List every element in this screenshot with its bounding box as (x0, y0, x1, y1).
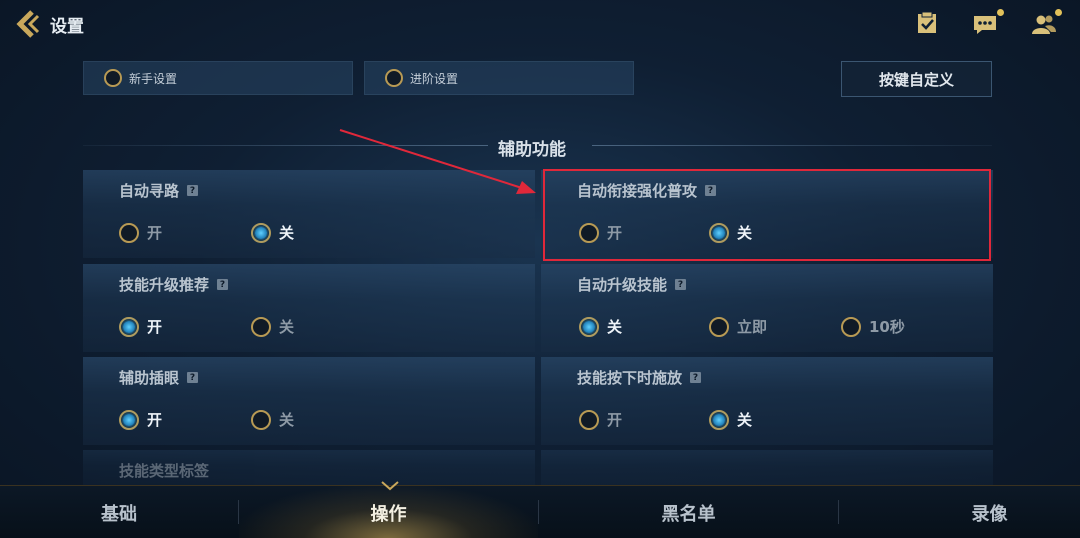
chevron-down-icon (381, 481, 399, 491)
chat-bubble-icon (974, 16, 996, 34)
setting-title: 技能类型标签 (119, 462, 210, 480)
mode-tab-label: 进阶设置 (410, 71, 459, 86)
bottom-nav: 基础 操作 黑名单 录像 (0, 485, 1080, 538)
option-label: 立即 (737, 318, 768, 336)
task-checklist-icon (918, 11, 936, 33)
option-off[interactable]: 关 (709, 409, 752, 430)
setting-title: 自动寻路 (119, 182, 180, 200)
friends-icon (1032, 15, 1056, 34)
mode-tab-beginner[interactable]: 新手设置 (83, 61, 353, 95)
setting-card-assist-ward: 辅助插眼 ? 开 关 (83, 357, 535, 445)
help-icon[interactable]: ? (675, 279, 687, 290)
page-title: 设置 (50, 17, 84, 37)
option-label: 开 (147, 411, 163, 429)
option-off[interactable]: 关 (579, 316, 622, 337)
nav-tab-basic[interactable]: 基础 (0, 486, 238, 538)
radio-button (709, 316, 729, 337)
setting-card-empty (541, 450, 993, 490)
option-label: 开 (147, 318, 163, 336)
option-label: 关 (737, 411, 753, 429)
custom-keys-button[interactable]: 按键自定义 (841, 61, 992, 97)
option-on[interactable]: 开 (119, 409, 162, 430)
mode-tab-advanced[interactable]: 进阶设置 (364, 61, 634, 95)
radio-button (251, 316, 271, 337)
option-on[interactable]: 开 (119, 222, 162, 243)
notification-dot (1055, 9, 1062, 16)
notification-dot (997, 9, 1004, 16)
option-label: 10秒 (869, 318, 905, 336)
annotation-arrow-icon (339, 129, 536, 194)
option-on[interactable]: 开 (119, 316, 162, 337)
back-button[interactable] (12, 8, 44, 40)
option-on[interactable]: 开 (579, 409, 622, 430)
option-label: 关 (607, 318, 623, 336)
option-immediate[interactable]: 立即 (709, 316, 767, 337)
option-label: 开 (147, 224, 163, 242)
task-button[interactable] (914, 10, 944, 38)
option-label: 开 (607, 411, 623, 429)
setting-title: 技能升级推荐 (119, 276, 210, 294)
option-label: 关 (279, 411, 295, 429)
option-10-seconds[interactable]: 10秒 (841, 316, 905, 337)
setting-card-cast-on-press: 技能按下时施放 ? 开 关 (541, 357, 993, 445)
setting-title: 辅助插眼 (119, 369, 180, 387)
radio-button-selected (579, 316, 599, 337)
help-icon[interactable]: ? (690, 372, 702, 383)
option-off[interactable]: 关 (251, 222, 294, 243)
option-label: 关 (279, 224, 295, 242)
radio-button (385, 69, 403, 87)
divider (592, 145, 992, 146)
radio-button (119, 222, 139, 243)
radio-button (251, 409, 271, 430)
option-label: 关 (279, 318, 295, 336)
nav-tab-blacklist[interactable]: 黑名单 (539, 486, 838, 538)
help-icon[interactable]: ? (217, 279, 229, 290)
option-off[interactable]: 关 (251, 316, 294, 337)
radio-button-selected (251, 222, 271, 243)
radio-button-selected (709, 409, 729, 430)
back-arrow-icon (16, 10, 40, 38)
nav-tab-controls[interactable]: 操作 (239, 486, 538, 538)
mode-tab-label: 新手设置 (129, 71, 178, 86)
setting-card-skill-upgrade-recommend: 技能升级推荐 ? 开 关 (83, 264, 535, 352)
friends-button[interactable] (1030, 9, 1062, 38)
setting-card-skill-type-tag: 技能类型标签 (83, 450, 535, 490)
radio-button-selected (119, 409, 139, 430)
help-icon[interactable]: ? (187, 185, 199, 196)
annotation-highlight-box (543, 169, 991, 261)
setting-title: 技能按下时施放 (577, 369, 683, 387)
setting-title: 自动升级技能 (577, 276, 668, 294)
radio-button-selected (119, 316, 139, 337)
radio-button (579, 409, 599, 430)
help-icon[interactable]: ? (187, 372, 199, 383)
setting-card-auto-upgrade-skill: 自动升级技能 ? 关 立即 10秒 (541, 264, 993, 352)
radio-button (841, 316, 861, 337)
option-off[interactable]: 关 (251, 409, 294, 430)
radio-button (104, 69, 122, 87)
chat-button[interactable] (972, 9, 1004, 38)
nav-tab-replay[interactable]: 录像 (839, 486, 1080, 538)
